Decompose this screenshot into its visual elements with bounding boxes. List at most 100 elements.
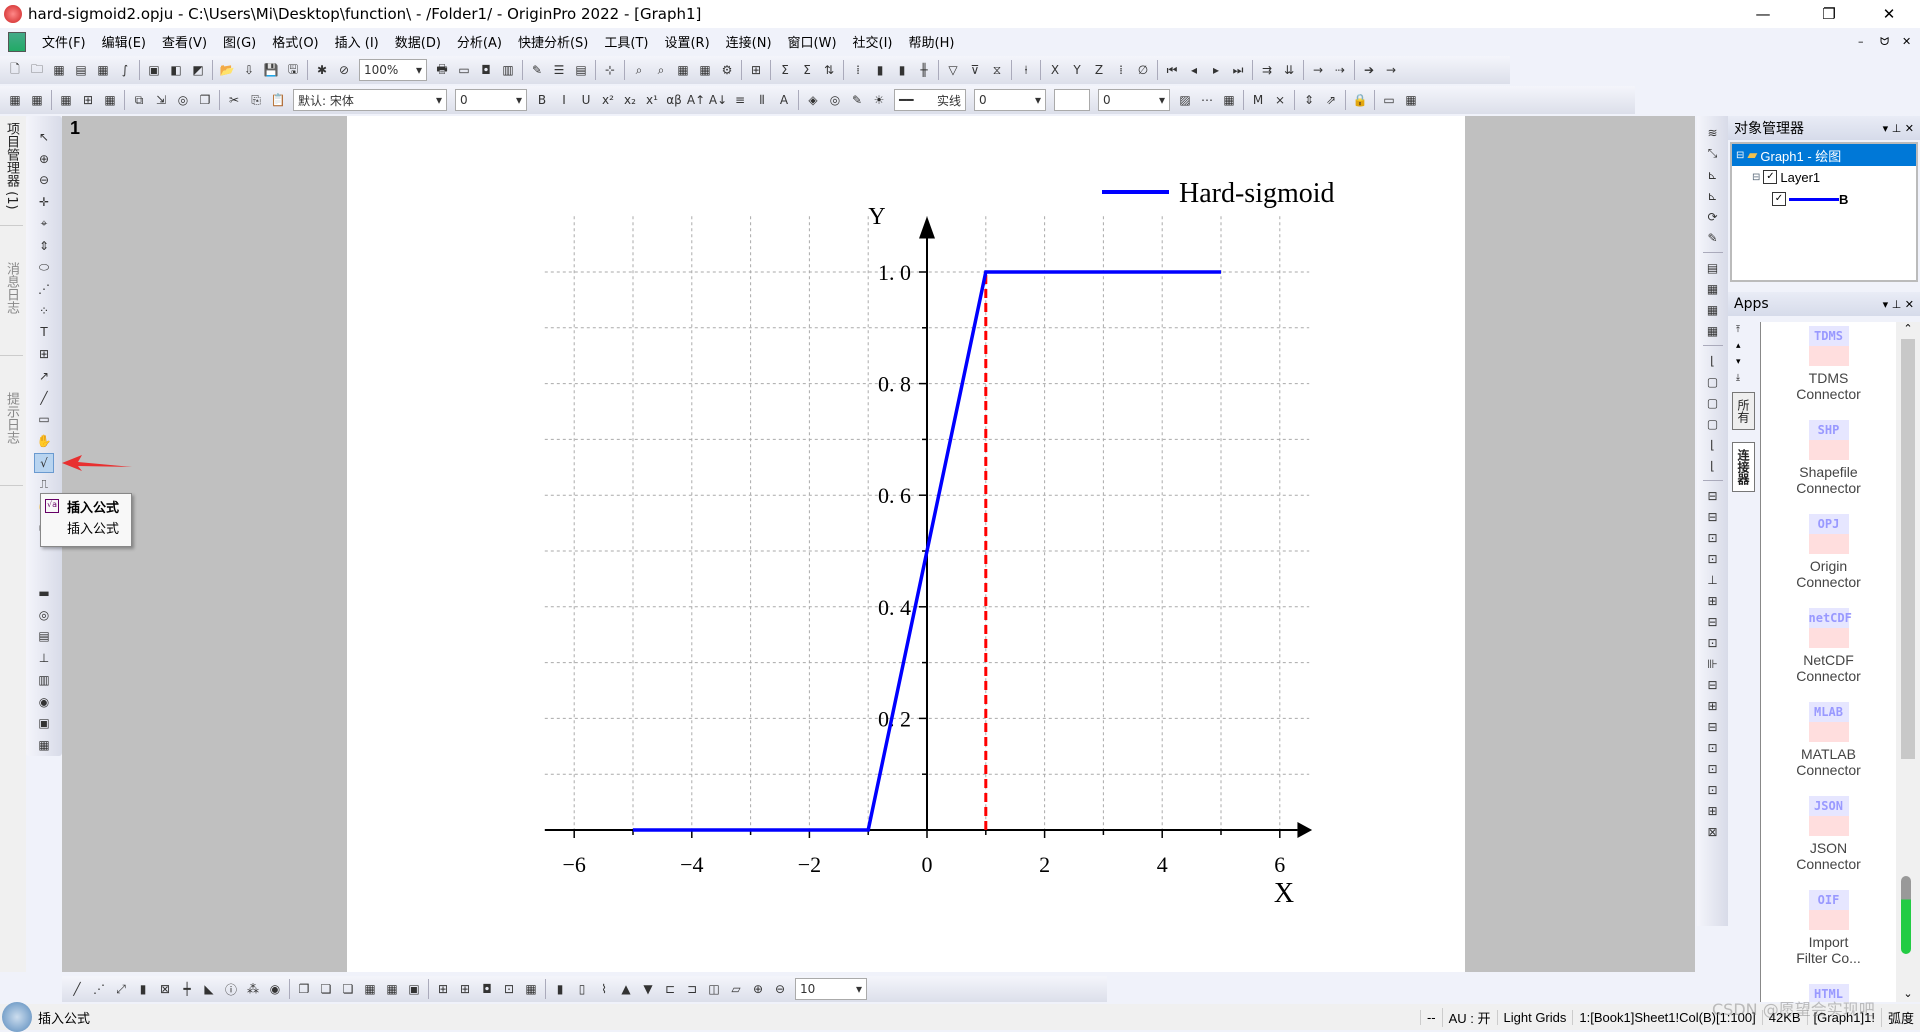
standard-button-icon[interactable]: → [1381,60,1401,80]
tool-button-icon[interactable]: ✋ [34,431,54,451]
tool-button-icon[interactable]: ╱ [34,388,54,408]
standard-button-icon[interactable]: Σ [775,60,795,80]
standard-button-icon[interactable]: 🖶 [432,60,452,80]
bottom-button-icon[interactable]: ❏ [316,979,336,999]
standard-button-icon[interactable]: ◘ [476,60,496,80]
tool-button-icon[interactable]: ⎍ [34,475,54,495]
bottom-button-icon[interactable]: ▮ [133,979,153,999]
tree-item-layer[interactable]: ⊟ ✓ Layer1 [1732,166,1916,188]
app-item[interactable]: SHP Shapefile Connector [1761,416,1896,510]
standard-button-icon[interactable]: ▭ [454,60,474,80]
format-button-icon[interactable]: αβ [664,90,684,110]
right-tool-button-icon[interactable]: ⤡ [1703,144,1723,163]
format-button-icon[interactable]: ⎘ [246,90,266,110]
standard-button-icon[interactable]: ⊞ [746,60,766,80]
app-item[interactable]: JSON JSON Connector [1761,792,1896,886]
line-style-combo[interactable]: ━━ 实线 [894,89,966,111]
standard-button-icon[interactable]: Y [1067,60,1087,80]
format-button-icon[interactable]: ⨯ [1270,90,1290,110]
right-tool-button-icon[interactable]: ⊾ [1703,186,1723,205]
menu-item[interactable]: 帮助(H) [901,32,963,51]
close-button[interactable]: ✕ [1866,0,1912,28]
format-button-icon[interactable]: U [576,90,596,110]
bottom-button-icon[interactable]: ◣ [199,979,219,999]
right-tool-button-icon[interactable]: ⊾ [1703,165,1723,184]
right-tool-button-icon[interactable]: ▤ [1703,258,1723,277]
standard-button-icon[interactable]: ╫ [914,60,934,80]
standard-button-icon[interactable]: ▦ [673,60,693,80]
format-button-icon[interactable]: ◎ [825,90,845,110]
right-tool-button-icon[interactable]: ⊞ [1703,591,1723,610]
tool-button-icon[interactable]: √ [34,453,54,473]
standard-button-icon[interactable]: 📂 [217,60,237,80]
standard-button-icon[interactable]: ⊘ [334,60,354,80]
standard-button-icon[interactable]: ⧖ [987,60,1007,80]
right-tool-button-icon[interactable]: ⊡ [1703,738,1723,757]
bottom-button-icon[interactable]: ⊡ [499,979,519,999]
right-tool-button-icon[interactable]: ▢ [1703,414,1723,433]
standard-button-icon[interactable]: 🖫 [283,60,303,80]
right-tool-button-icon[interactable]: ▦ [1703,279,1723,298]
tab-project-explorer[interactable]: 项目管理器 (1) [0,116,23,226]
standard-button-icon[interactable]: ⁞ [848,60,868,80]
minimize-button[interactable]: — [1740,0,1786,28]
right-tool-button-icon[interactable]: ⟳ [1703,207,1723,226]
right-tool-button-icon[interactable]: ⌊ [1703,351,1723,370]
standard-button-icon[interactable]: Σ [797,60,817,80]
format-button-icon[interactable]: ⇕ [1299,90,1319,110]
document-icon[interactable] [8,31,26,52]
right-tool-button-icon[interactable]: ▢ [1703,393,1723,412]
bottom-size-combo[interactable]: 10 ▾ [795,978,867,1000]
bottom-button-icon[interactable]: ❐ [294,979,314,999]
font-size-combo[interactable]: 0 ▾ [455,89,527,111]
standard-button-icon[interactable]: ⊹ [600,60,620,80]
format-button-icon[interactable]: ▨ [1175,90,1195,110]
format-button-icon[interactable]: ◈ [803,90,823,110]
right-tool-button-icon[interactable]: ⊟ [1703,486,1723,505]
right-tool-button-icon[interactable]: ✎ [1703,228,1723,247]
standard-button-icon[interactable]: ⏭ [1228,60,1248,80]
standard-button-icon[interactable]: ▦ [93,60,113,80]
standard-button-icon[interactable]: ⍿ [1016,60,1036,80]
chart[interactable]: −6 −4 −2 0 2 4 60. 20. 40. 60. 81. 0XYHard-sig… [347,116,1465,972]
pattern-combo[interactable]: 0 ▾ [1098,89,1170,111]
bottom-button-icon[interactable]: ▼ [638,979,658,999]
bottom-button-icon[interactable]: ▣ [404,979,424,999]
standard-button-icon[interactable]: ✎ [527,60,547,80]
tool-button-icon[interactable]: ↖ [34,127,54,147]
scroll-thumb[interactable] [1901,339,1915,759]
menu-item[interactable]: 连接(N) [718,32,780,51]
format-button-icon[interactable]: M [1248,90,1268,110]
right-tool-button-icon[interactable]: ⊟ [1703,717,1723,736]
standard-button-icon[interactable]: ➔ [1359,60,1379,80]
app-item[interactable]: OIF Import Filter Co... [1761,886,1896,980]
standard-button-icon[interactable]: ⊽ [965,60,985,80]
right-tool-button-icon[interactable]: ⊪ [1703,654,1723,673]
bottom-button-icon[interactable]: ⊏ [660,979,680,999]
format-button-icon[interactable]: ◎ [173,90,193,110]
standard-button-icon[interactable]: ⏮ [1162,60,1182,80]
tool-button-icon[interactable]: ⊕ [34,149,54,169]
standard-button-icon[interactable]: → [1308,60,1328,80]
bottom-button-icon[interactable]: ╱ [67,979,87,999]
mdi-restore-button[interactable]: ᗢ [1880,35,1889,49]
tool-button-icon[interactable]: ⇕ [34,236,54,256]
format-button-icon[interactable]: ☀ [869,90,889,110]
format-button-icon[interactable]: ▦ [1219,90,1239,110]
tool-button-icon[interactable]: ▥ [34,670,54,690]
layer-number[interactable]: 1 [70,118,80,139]
tool-button-icon[interactable]: ⊥ [34,648,54,668]
right-tool-button-icon[interactable]: ⊡ [1703,549,1723,568]
standard-button-icon[interactable]: ◧ [166,60,186,80]
format-button-icon[interactable]: ▭ [1379,90,1399,110]
mdi-close-button[interactable]: ✕ [1902,35,1911,48]
menu-item[interactable]: 社交(I) [845,32,901,51]
standard-button-icon[interactable]: ∫ [115,60,135,80]
menu-item[interactable]: 编辑(E) [94,32,154,51]
format-button-icon[interactable]: ▦ [1401,90,1421,110]
menu-item[interactable]: 窗口(W) [780,32,845,51]
tool-button-icon[interactable]: ▣ [34,713,54,733]
menu-item[interactable]: 文件(F) [34,32,94,51]
app-item[interactable]: netCDF NetCDF Connector [1761,604,1896,698]
bottom-button-icon[interactable]: ⊞ [455,979,475,999]
